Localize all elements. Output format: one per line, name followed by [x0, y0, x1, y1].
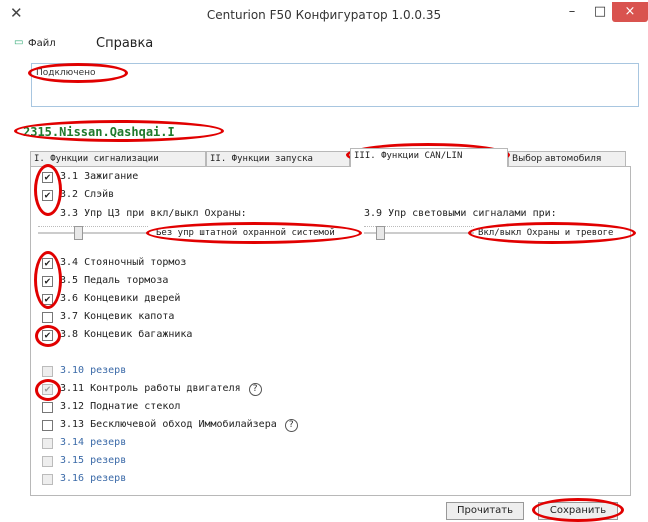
slider-3-9[interactable]	[364, 226, 474, 240]
label-3-3: 3.3 Упр ЦЗ при вкл/выкл Охраны:	[60, 208, 247, 219]
checkbox-3-5[interactable]	[42, 276, 53, 287]
checkbox-3-8[interactable]	[42, 330, 53, 341]
checkbox-3-12[interactable]	[42, 402, 53, 413]
slider-3-9-value: Вкл/выкл Охраны и тревоге	[478, 228, 614, 238]
tab-start[interactable]: II. Функции запуска	[206, 151, 350, 167]
checkbox-3-13[interactable]	[42, 420, 53, 431]
help-icon[interactable]: ?	[284, 419, 298, 432]
slider-3-3[interactable]	[38, 226, 148, 240]
status-box: Подключено	[31, 63, 639, 107]
connection-status: Подключено	[36, 68, 96, 78]
label-3-9: 3.9 Упр световыми сигналами при:	[364, 208, 557, 219]
help-icon[interactable]: ?	[248, 383, 262, 396]
read-button[interactable]: Прочитать	[446, 502, 524, 520]
checkbox-3-1[interactable]	[42, 172, 53, 183]
checkbox-3-16	[42, 474, 53, 485]
slider-3-3-value: Без упр штатной охранной системой	[156, 228, 335, 238]
car-label: 2315.Nissan.Qashqai.I	[23, 125, 175, 139]
close-button[interactable]: ×	[612, 2, 648, 22]
menu-help[interactable]: Справка	[96, 36, 153, 51]
checkbox-3-4[interactable]	[42, 258, 53, 269]
checkbox-3-7[interactable]	[42, 312, 53, 323]
slider-3-9-thumb[interactable]	[376, 226, 385, 240]
menu-file[interactable]: Файл	[28, 38, 56, 49]
window-title: Centurion F50 Конфигуратор 1.0.0.35	[206, 8, 442, 22]
menu-bar: ▭ Файл Справка	[0, 32, 648, 54]
checkbox-3-14	[42, 438, 53, 449]
tab-alarm[interactable]: I. Функции сигнализации	[30, 151, 206, 167]
minimize-button[interactable]: –	[560, 2, 584, 22]
title-bar: ✕ Centurion F50 Конфигуратор 1.0.0.35 – …	[0, 0, 648, 30]
slider-3-3-thumb[interactable]	[74, 226, 83, 240]
checkbox-3-10	[42, 366, 53, 377]
tab-car-select[interactable]: Выбор автомобиля	[508, 151, 626, 167]
tab-can-lin[interactable]: III. Функции CAN/LIN	[350, 148, 508, 167]
checkbox-3-11[interactable]	[42, 384, 53, 395]
save-button[interactable]: Сохранить	[538, 502, 618, 520]
folder-icon: ▭	[14, 37, 24, 48]
checkbox-3-6[interactable]	[42, 294, 53, 305]
checkbox-3-15	[42, 456, 53, 467]
checkbox-3-2[interactable]	[42, 190, 53, 201]
maximize-button[interactable]: □	[588, 2, 612, 22]
